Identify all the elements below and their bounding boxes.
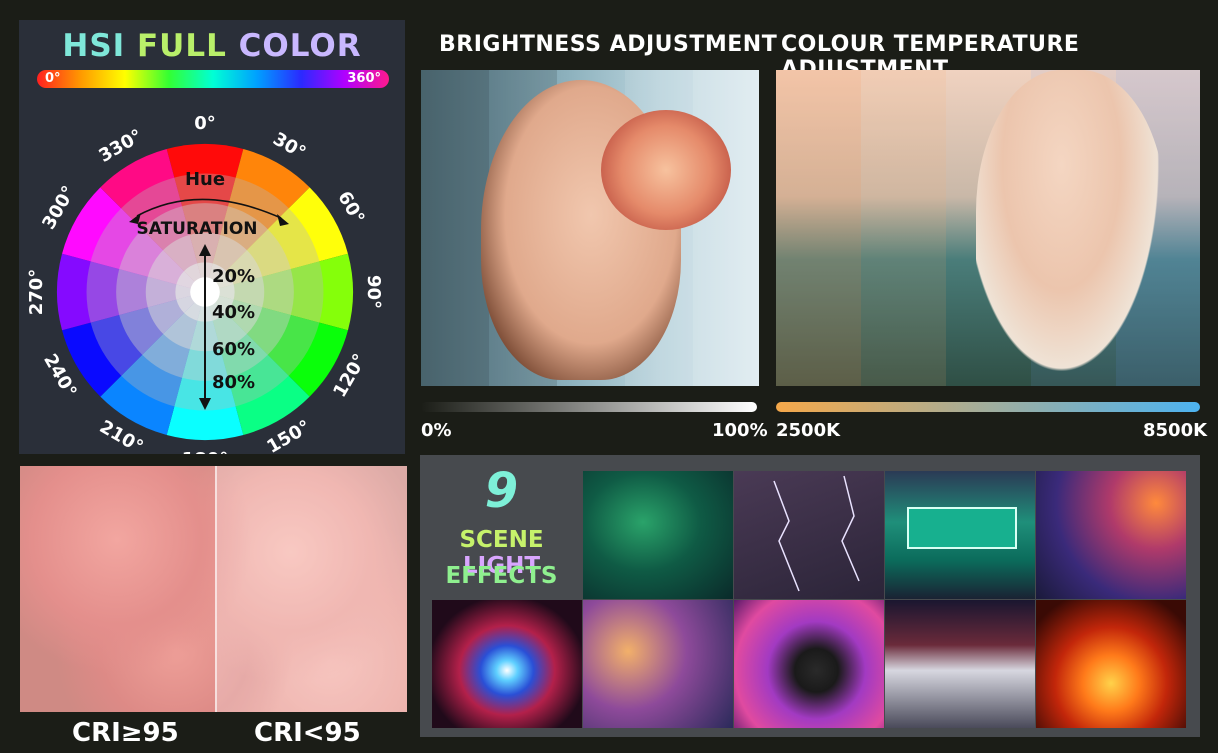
cri-low-overlay — [215, 466, 407, 712]
brightness-min-label: 0% — [421, 420, 452, 441]
brightness-title: BRIGHTNESS ADJUSTMENT — [439, 32, 778, 57]
colour-temperature-max-label: 8500K — [1143, 420, 1208, 441]
scene-fire — [1036, 600, 1186, 728]
hue-label: Hue — [185, 169, 225, 190]
scene-title-line-2: EFFECTS — [445, 563, 558, 589]
degree-label: 90° — [363, 275, 384, 309]
scene-ambulance — [885, 600, 1035, 728]
saturation-level-40: 40% — [212, 302, 255, 323]
scene-celebration — [583, 600, 733, 728]
saturation-level-20: 20% — [212, 266, 255, 287]
scene-title-word-scene: SCENE — [459, 527, 544, 553]
brightness-gradient-bar — [421, 402, 757, 412]
scene-aurora — [583, 471, 733, 599]
cri-high-label: CRI≥95 — [72, 718, 179, 748]
saturation-label: SATURATION — [136, 219, 257, 239]
scene-camera — [734, 600, 884, 728]
exit-sign-icon — [907, 507, 1017, 549]
degree-label: 270° — [26, 269, 47, 316]
degree-label: 0° — [194, 113, 216, 134]
colour-temperature-photo — [776, 70, 1200, 386]
cri-roses-photo — [20, 466, 407, 712]
scene-party — [1036, 471, 1186, 599]
brightness-photo — [421, 70, 759, 386]
degree-label: 180° — [182, 449, 229, 454]
scene-lightning — [734, 471, 884, 599]
colour-temperature-min-label: 2500K — [776, 420, 841, 441]
brightness-max-label: 100% — [712, 420, 768, 441]
hsi-panel: HSI FULL COLOR 0° 360° 0° 30° 60° 90° 120° 15… — [19, 20, 405, 454]
degree-label: 60° — [333, 188, 368, 228]
scene-effects-panel: 9 SCENE LIGHT EFFECTS — [420, 455, 1200, 737]
scene-emergency-exit — [885, 471, 1035, 599]
scene-electric — [432, 600, 582, 728]
saturation-level-80: 80% — [212, 372, 255, 393]
lightning-icon — [773, 475, 860, 592]
degree-label: 30° — [269, 128, 309, 163]
saturation-level-60: 60% — [212, 339, 255, 360]
color-wheel: 0°30°60°90°120°150°180°210°240°270°300°3… — [26, 113, 384, 454]
colour-temperature-gradient-bar — [776, 402, 1200, 412]
cri-low-label: CRI<95 — [254, 718, 361, 748]
scene-count: 9 — [484, 463, 519, 519]
cri-divider — [215, 466, 217, 712]
